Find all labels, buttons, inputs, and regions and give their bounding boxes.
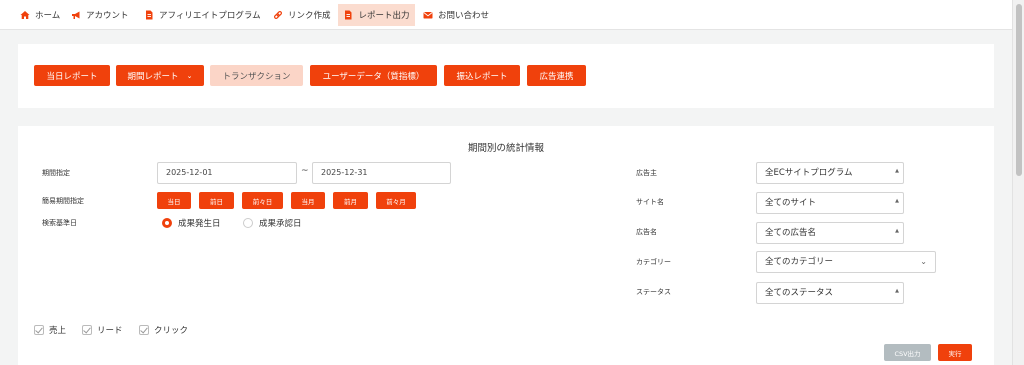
tab-period-report[interactable]: 期間レポート ⌄ [116, 65, 204, 86]
check-leads-label: リード [97, 326, 123, 336]
nav-account[interactable]: アカウント [67, 4, 133, 26]
nav-affiliate-program[interactable]: アフィリエイトプログラム [140, 4, 265, 26]
advertiser-select[interactable]: 全ECサイトプログラム ▲ [756, 162, 904, 184]
radio-selected-icon [162, 218, 172, 228]
select-arrow-icon: ▲ [895, 228, 899, 234]
nav-report-output-label: レポート出力 [358, 11, 410, 21]
date-range-separator: ~ [301, 166, 309, 176]
tab-user-data[interactable]: ユーザーデータ（質指標） [310, 65, 437, 86]
category-select-value: 全てのカテゴリー [765, 257, 834, 267]
ad-name-label: 広告名 [636, 228, 657, 236]
quick-period-label: 簡易期間指定 [42, 197, 84, 205]
select-arrow-icon: ▲ [895, 288, 899, 294]
category-label: カテゴリー [636, 258, 671, 266]
site-select-value: 全てのサイト [765, 198, 817, 208]
status-label: ステータス [636, 288, 671, 296]
scrollbar-thumb[interactable] [1016, 4, 1022, 176]
tab-ad-integration[interactable]: 広告連携 [527, 65, 586, 86]
quick-month-before-last-button[interactable]: 前々月 [376, 192, 416, 209]
tab-transfer-report[interactable]: 振込レポート [444, 65, 520, 86]
select-arrow-icon: ▲ [895, 198, 899, 204]
quick-last-month-button[interactable]: 前月 [333, 192, 368, 209]
tab-daily-report-label: 当日レポート [46, 71, 98, 82]
nav-account-label: アカウント [86, 11, 129, 21]
tab-transaction[interactable]: トランザクション [210, 65, 303, 86]
chevron-down-icon: ⌄ [920, 257, 927, 266]
quick-yesterday-button[interactable]: 前日 [199, 192, 234, 209]
check-sales-label: 売上 [49, 326, 67, 336]
radio-approval-date[interactable]: 成果承認日 [243, 217, 302, 229]
link-icon [273, 10, 283, 20]
home-icon [20, 11, 30, 19]
check-leads[interactable]: リード [82, 324, 123, 336]
report-icon [345, 10, 352, 20]
nav-link-create-label: リンク作成 [288, 11, 331, 21]
quick-today-button[interactable]: 当日 [157, 192, 191, 209]
advertiser-select-value: 全ECサイトプログラム [765, 168, 853, 178]
nav-affiliate-program-label: アフィリエイトプログラム [159, 11, 261, 21]
date-from-input[interactable]: 2025-12-01 [157, 162, 297, 184]
tab-ad-integration-label: 広告連携 [539, 71, 574, 82]
nav-contact-label: お問い合わせ [438, 11, 490, 21]
tab-daily-report[interactable]: 当日レポート [34, 65, 110, 86]
period-label: 期間指定 [42, 169, 70, 177]
quick-this-month-button[interactable]: 当月 [291, 192, 325, 209]
csv-export-button[interactable]: CSV出力 [884, 344, 931, 361]
site-select[interactable]: 全てのサイト ▲ [756, 192, 904, 214]
run-button[interactable]: 実行 [938, 344, 972, 361]
radio-occurrence-date[interactable]: 成果発生日 [162, 217, 221, 229]
chevron-down-icon: ⌄ [186, 71, 193, 80]
basis-date-label: 検索基準日 [42, 219, 77, 227]
quick-day-before-yesterday-button[interactable]: 前々日 [242, 192, 283, 209]
nav-home[interactable]: ホーム [16, 4, 64, 26]
mail-icon [423, 12, 433, 19]
date-to-input[interactable]: 2025-12-31 [312, 162, 451, 184]
checkmark-icon [139, 325, 149, 335]
tab-transfer-report-label: 振込レポート [456, 71, 508, 82]
radio-occurrence-date-label: 成果発生日 [178, 219, 221, 229]
status-select[interactable]: 全てのステータス ▲ [756, 282, 904, 304]
section-title: 期間別の統計情報 [467, 143, 544, 154]
check-sales[interactable]: 売上 [34, 324, 66, 336]
checkmark-icon [82, 325, 92, 335]
megaphone-icon [72, 11, 80, 19]
check-clicks-label: クリック [154, 326, 189, 336]
tab-period-report-label: 期間レポート [127, 71, 179, 82]
nav-link-create[interactable]: リンク作成 [269, 4, 335, 26]
select-arrow-icon: ▲ [895, 168, 899, 174]
advertiser-label: 広告主 [636, 169, 657, 177]
ad-name-select-value: 全ての広告名 [765, 228, 817, 238]
top-navigation: ホーム アカウント アフィリエイトプログラム リンク作成 レポート出力 お問い合… [0, 0, 1012, 30]
checkmark-icon [34, 325, 44, 335]
nav-contact[interactable]: お問い合わせ [419, 4, 493, 26]
document-icon [146, 10, 153, 20]
nav-home-label: ホーム [35, 11, 61, 21]
radio-unselected-icon [243, 218, 253, 228]
tab-user-data-label: ユーザーデータ（質指標） [322, 71, 425, 82]
nav-report-output[interactable]: レポート出力 [338, 4, 415, 26]
site-label: サイト名 [636, 198, 664, 206]
check-clicks[interactable]: クリック [139, 324, 188, 336]
category-select[interactable]: 全てのカテゴリー ⌄ [756, 251, 936, 273]
radio-approval-date-label: 成果承認日 [259, 219, 302, 229]
ad-name-select[interactable]: 全ての広告名 ▲ [756, 222, 904, 244]
status-select-value: 全てのステータス [765, 288, 834, 298]
tab-transaction-label: トランザクション [222, 71, 291, 82]
vertical-scrollbar[interactable] [1012, 0, 1024, 365]
